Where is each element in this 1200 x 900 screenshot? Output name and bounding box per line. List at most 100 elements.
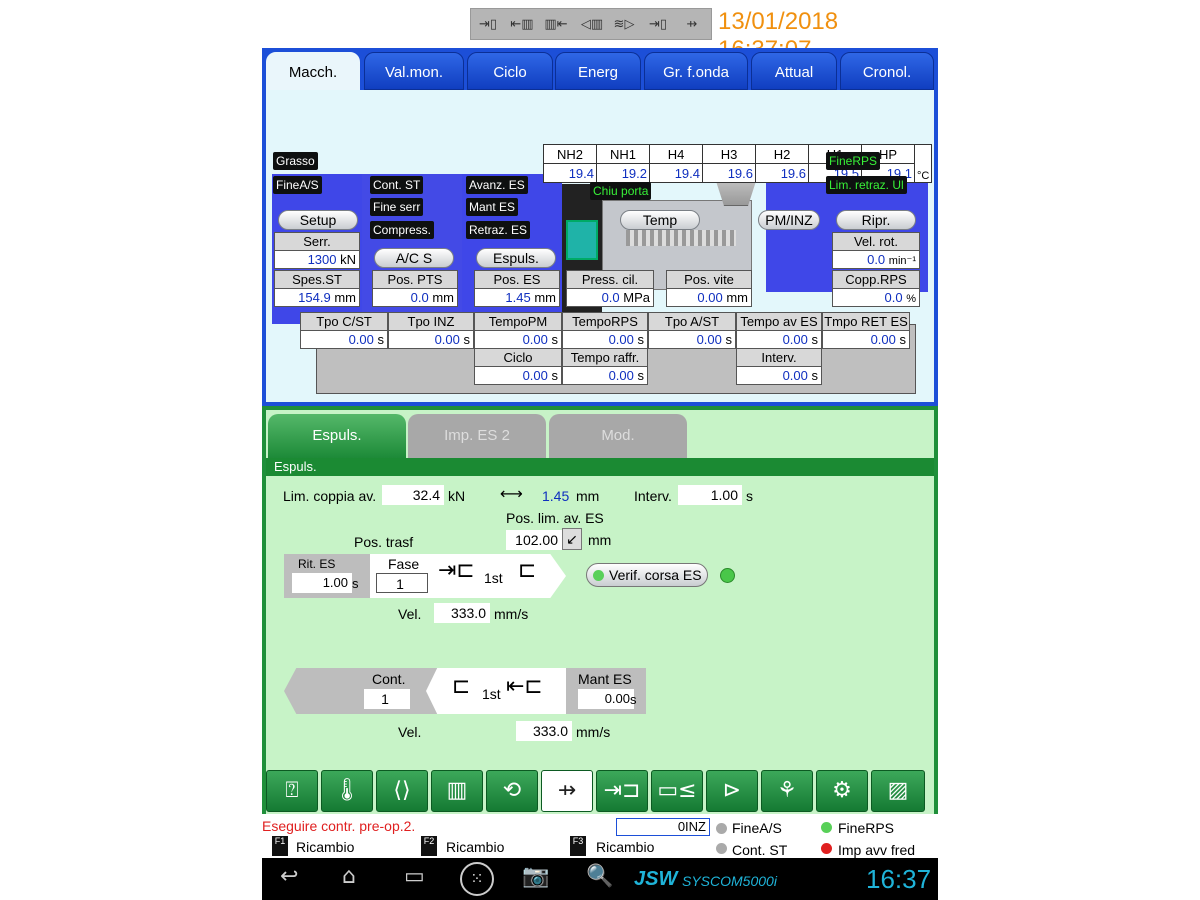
pos-value: 1.45 — [542, 488, 570, 504]
tmpo-ret-es-value: 0.00 s — [822, 330, 910, 349]
temp-header: NH2 — [543, 144, 597, 164]
tpo-inz-label: Tpo INZ — [388, 312, 474, 331]
clamp-icon[interactable]: ▨ — [871, 770, 925, 812]
tpo-inz-value: 0.00 s — [388, 330, 474, 349]
status-footer: Eseguire contr. pre-op.2. 0INZ FineA/S F… — [262, 814, 938, 858]
press-cil-label: Press. cil. — [566, 270, 654, 289]
f2-key-icon[interactable]: F2 — [421, 836, 437, 856]
pos-es-label: Pos. ES — [474, 270, 560, 289]
fase-input[interactable]: 1 — [376, 573, 428, 593]
back-icon[interactable]: ↩ — [280, 864, 298, 889]
tempo-av-es-label: Tempo av ES — [736, 312, 822, 331]
copp-rps-label: Copp.RPS — [832, 270, 920, 289]
core-icon: ⇥▯ — [648, 17, 668, 32]
copp-rps-value: 0.0 % — [832, 288, 920, 307]
setup-button[interactable]: Setup — [278, 210, 358, 230]
interv-value: 0.00 s — [736, 366, 822, 385]
temp-header: H2 — [755, 144, 809, 164]
tab-val-mon[interactable]: Val.mon. — [364, 52, 464, 90]
cont-st-indicator-icon — [716, 843, 727, 854]
brand-sub: SYSCOM5000i — [682, 873, 777, 889]
vel2-unit: mm/s — [576, 724, 611, 740]
f3-ricambio[interactable]: Ricambio — [596, 839, 654, 855]
f2-ricambio[interactable]: Ricambio — [446, 839, 504, 855]
core-icon[interactable]: ⇥⊐ — [596, 770, 648, 812]
mold-open-icon[interactable]: ▥ — [431, 770, 483, 812]
status-icon-bar: ⇥▯ ⇤▥ ▥⇤ ◁▥ ≋▷ ⇥▯ ⇸ — [470, 8, 712, 40]
function-toolbar: ⍰ 🌡 ⟨⟩ ▥ ⟲ ⇸ ⇥⊐ ▭≤ ⊳ ⚘ ⚙ ▨ — [266, 770, 934, 814]
spes-st-value: 154.9 mm — [274, 288, 360, 307]
first-stage-label: 1st — [484, 570, 503, 586]
tab-mod[interactable]: Mod. — [549, 414, 687, 458]
vel-label: Vel. — [398, 606, 422, 622]
recent-apps-icon[interactable]: ▭ — [404, 864, 425, 889]
tab-attual[interactable]: Attual — [751, 52, 837, 90]
tab-gr-fonda[interactable]: Gr. f.onda — [644, 52, 748, 90]
verif-corsa-button[interactable]: Verif. corsa ES — [586, 563, 708, 587]
camera-icon[interactable]: 📷 — [522, 864, 549, 889]
spes-st-label: Spes.ST — [274, 270, 360, 289]
cont-label: Cont. — [372, 671, 406, 687]
pos-lim-input[interactable]: 102.00 — [506, 530, 562, 550]
nozzle-icon[interactable]: ▭≤ — [651, 770, 703, 812]
tpo-ast-label: Tpo A/ST — [648, 312, 736, 331]
grasso-tag: Grasso — [273, 152, 318, 170]
mold-close-icon: ▥⇤ — [544, 17, 568, 32]
interv-label: Interv. — [634, 488, 672, 504]
interv-input[interactable]: 1.00 — [678, 485, 742, 505]
teach-arrow-icon[interactable]: ↙ — [562, 528, 582, 550]
verif-corsa-label: Verif. corsa ES — [609, 567, 702, 583]
lim-coppia-input[interactable]: 32.4 — [382, 485, 444, 505]
f1-key-icon[interactable]: F1 — [272, 836, 288, 856]
ejector-icon: ⊏ — [518, 558, 537, 583]
tab-ciclo[interactable]: Ciclo — [467, 52, 553, 90]
screw-icon[interactable]: ⟲ — [486, 770, 538, 812]
mant-es-input[interactable]: 0.00 — [578, 689, 634, 709]
thermometer-icon[interactable]: 🌡 — [321, 770, 373, 812]
inz-counter: 0INZ — [616, 818, 710, 836]
f3-key-icon[interactable]: F3 — [570, 836, 586, 856]
temp-header: H4 — [649, 144, 703, 164]
fine-serr-tag: Fine serr — [370, 198, 424, 216]
tab-macch[interactable]: Macch. — [266, 52, 360, 90]
home-icon[interactable]: ⌂ — [342, 864, 356, 889]
tpo-cst-value: 0.00 s — [300, 330, 388, 349]
vel2-input[interactable]: 333.0 — [516, 721, 572, 741]
vel-input[interactable]: 333.0 — [434, 603, 490, 623]
ripr-button[interactable]: Ripr. — [836, 210, 916, 230]
tab-imp-es-2[interactable]: Imp. ES 2 — [408, 414, 546, 458]
brand-logo: JSW — [634, 868, 678, 890]
machine-diagram: NH2 NH1 H4 H3 H2 H1 HP °C 19.4 19.2 19.4… — [266, 90, 934, 402]
tab-cronol[interactable]: Cronol. — [840, 52, 934, 90]
mold-close-icon[interactable]: ⟨⟩ — [376, 770, 428, 812]
ejector-icon: ⇸ — [686, 17, 698, 32]
ejector-icon[interactable]: ⇸ — [541, 770, 593, 812]
mold-icon[interactable]: ⍰ — [266, 770, 318, 812]
settings-icon[interactable]: ⚙ — [816, 770, 868, 812]
stroke-icon: ⟷ — [500, 484, 523, 503]
tab-espuls[interactable]: Espuls. — [268, 414, 406, 458]
pminz-button[interactable]: PM/INZ — [758, 210, 820, 230]
robot-icon[interactable]: ⚘ — [761, 770, 813, 812]
temp-button[interactable]: Temp — [620, 210, 700, 230]
injection-icon[interactable]: ⊳ — [706, 770, 758, 812]
interv-label: Interv. — [736, 348, 822, 367]
espuls-button[interactable]: Espuls. — [476, 248, 556, 268]
eject-icon: ◁▥ — [580, 17, 604, 32]
ejector-settings: Espuls. Imp. ES 2 Mod. Espuls. Lim. copp… — [266, 410, 934, 814]
imp-avv-indicator-icon — [821, 843, 832, 854]
tmpo-ret-es-label: Tmpo RET ES — [822, 312, 910, 331]
mant-es-tag: Mant ES — [466, 198, 519, 216]
f1-ricambio[interactable]: Ricambio — [296, 839, 354, 855]
cont-block — [284, 668, 438, 714]
tempo-pm-label: TempoPM — [474, 312, 562, 331]
acs-button[interactable]: A/C S — [374, 248, 454, 268]
pos-pts-label: Pos. PTS — [372, 270, 458, 289]
finea-s-tag: FineA/S — [273, 176, 322, 194]
apps-icon[interactable]: ⁙ — [460, 862, 494, 896]
zoom-icon[interactable]: 🔍 — [586, 864, 613, 889]
finerps-status: FineRPS — [838, 820, 895, 836]
cont-input[interactable]: 1 — [364, 689, 410, 709]
tab-energ[interactable]: Energ — [555, 52, 641, 90]
rit-es-input[interactable]: 1.00 — [292, 573, 352, 593]
